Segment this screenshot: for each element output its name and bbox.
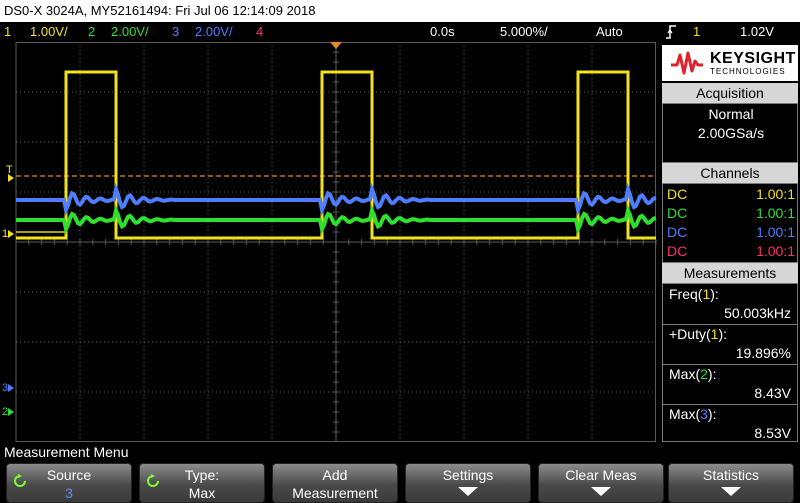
measurement-value-1: 50.003kHz <box>724 305 791 321</box>
title-bar: DS0-X 3024A, MY52161494: Fri Jul 06 12:1… <box>0 0 800 22</box>
channel-row-2: DC 1.00:1 <box>663 203 799 223</box>
measurement-value-4: 8.53V <box>754 425 791 441</box>
statistics-softkey[interactable]: Statistics <box>668 463 794 503</box>
measurements-header[interactable]: Measurements <box>662 263 798 283</box>
ch3-scale[interactable]: 2.00V/ <box>195 22 233 42</box>
source-softkey[interactable]: Source 3 <box>6 463 132 503</box>
probe-ratio: 1.00:1 <box>756 205 795 221</box>
title-text: DS0-X 3024A, MY52161494: Fri Jul 06 12:1… <box>4 3 316 18</box>
channels-header[interactable]: Channels <box>662 163 798 183</box>
clear-meas-softkey[interactable]: Clear Meas <box>538 463 664 503</box>
keysight-wave-icon <box>671 51 703 75</box>
ch1-number[interactable]: 1 <box>4 22 11 42</box>
channel-coupling: DC <box>667 224 688 240</box>
add-measurement-softkey[interactable]: Add Measurement <box>272 463 398 503</box>
submenu-arrow-icon <box>721 487 741 496</box>
acquisition-header[interactable]: Acquisition <box>662 83 798 103</box>
brand-wordmark: KEYSIGHT <box>710 50 796 67</box>
keysight-logo: KEYSIGHT TECHNOLOGIES <box>662 45 798 81</box>
ch3-arrow-icon <box>8 384 14 392</box>
ch1-ground-marker[interactable]: 1 <box>2 228 8 240</box>
softkey-label: Clear Meas <box>565 467 637 483</box>
settings-softkey[interactable]: Settings <box>405 463 531 503</box>
timebase-scale[interactable]: 5.000%/ <box>500 22 548 42</box>
type-softkey[interactable]: Type: Max <box>139 463 265 503</box>
channels-panel: DC 1.00:1 DC 1.00:1 DC 1.00:1 DC 1.00:1 <box>662 183 798 263</box>
ch2-scale[interactable]: 2.00V/ <box>111 22 149 42</box>
sample-rate: 2.00GSa/s <box>697 125 765 141</box>
horizontal-delay[interactable]: 0.0s <box>430 22 455 42</box>
graticule <box>8 41 657 443</box>
softkey-label: Add <box>322 467 348 483</box>
acquisition-panel: Normal 2.00GSa/s <box>662 103 798 163</box>
brand-subtitle: TECHNOLOGIES <box>710 67 786 76</box>
ch2-number[interactable]: 2 <box>88 22 95 42</box>
status-bar: 1 1.00V/ 2 2.00V/ 3 2.00V/ 4 0.0s 5.000%… <box>0 22 800 42</box>
trigger-position-marker <box>330 42 342 49</box>
ch1-arrow-icon <box>8 230 14 238</box>
channel-coupling: DC <box>667 205 688 221</box>
grid-lines <box>15 41 657 443</box>
submenu-arrow-icon <box>458 487 478 496</box>
probe-ratio: 1.00:1 <box>756 224 795 240</box>
waveform-display[interactable]: T 1 2 3 <box>0 41 660 443</box>
ch2-arrow-icon <box>8 408 14 416</box>
channel-coupling: DC <box>667 186 688 202</box>
measurement-label-3: Max(2): <box>669 366 717 382</box>
trigger-level[interactable]: 1.02V <box>740 22 774 42</box>
trigger-level-marker[interactable]: T <box>6 164 13 176</box>
submenu-arrow-icon <box>591 487 611 496</box>
trigger-mode[interactable]: Auto <box>596 22 623 42</box>
measurement-value-2: 19.896% <box>735 345 791 361</box>
ch2-ground-marker[interactable]: 2 <box>2 406 8 418</box>
channel-coupling: DC <box>667 243 688 259</box>
ch3-number[interactable]: 3 <box>172 22 179 42</box>
channel-row-1: DC 1.00:1 <box>663 184 799 204</box>
probe-ratio: 1.00:1 <box>756 186 795 202</box>
measurements-panel: Freq(1): 50.003kHz +Duty(1): 19.896% Max… <box>662 283 798 442</box>
softkey-bar: Source 3 Type: Max Add Measurement Setti… <box>0 462 800 503</box>
side-panel: KEYSIGHT TECHNOLOGIES Acquisition Normal… <box>660 42 800 442</box>
ch1-scale[interactable]: 1.00V/ <box>30 22 68 42</box>
softkey-value: Measurement <box>292 485 378 501</box>
ch3-ground-marker[interactable]: 3 <box>2 382 8 394</box>
measurement-label-1: Freq(1): <box>669 286 719 302</box>
softkey-label: Statistics <box>702 467 759 483</box>
menu-title-bar: Measurement Menu <box>0 442 800 462</box>
measurement-label-2: +Duty(1): <box>669 326 727 342</box>
trigger-source[interactable]: 1 <box>693 22 700 42</box>
probe-ratio: 1.00:1 <box>756 243 795 259</box>
channel-row-4: DC 1.00:1 <box>663 241 799 261</box>
ch4-number[interactable]: 4 <box>256 22 263 42</box>
measurement-value-3: 8.43V <box>754 385 791 401</box>
menu-title: Measurement Menu <box>4 444 129 460</box>
acquisition-mode: Normal <box>708 106 754 122</box>
measurement-label-4: Max(3): <box>669 406 717 422</box>
rotate-knob-icon <box>147 474 159 487</box>
softkey-label: Settings <box>442 467 494 483</box>
channel-markers <box>8 174 14 416</box>
rotate-knob-icon <box>14 474 26 487</box>
channel-row-3: DC 1.00:1 <box>663 222 799 242</box>
